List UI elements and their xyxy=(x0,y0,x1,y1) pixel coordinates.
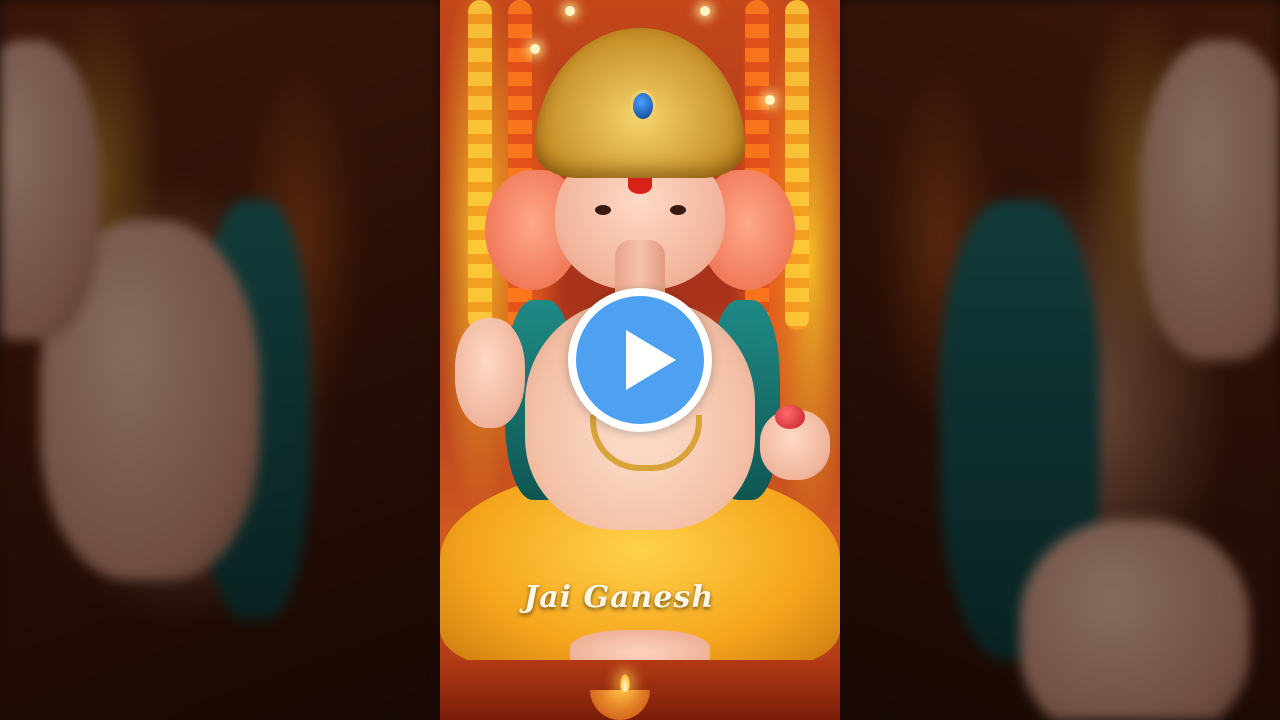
blurred-background-left xyxy=(0,0,440,720)
video-player[interactable]: Jai Ganesh xyxy=(0,0,1280,720)
blurred-background-right xyxy=(840,0,1280,720)
play-button-fill[interactable] xyxy=(576,296,704,424)
video-caption: Jai Ganesh xyxy=(524,580,715,615)
play-icon[interactable] xyxy=(626,330,676,390)
play-button[interactable] xyxy=(568,288,712,432)
diya-flame xyxy=(620,674,630,692)
